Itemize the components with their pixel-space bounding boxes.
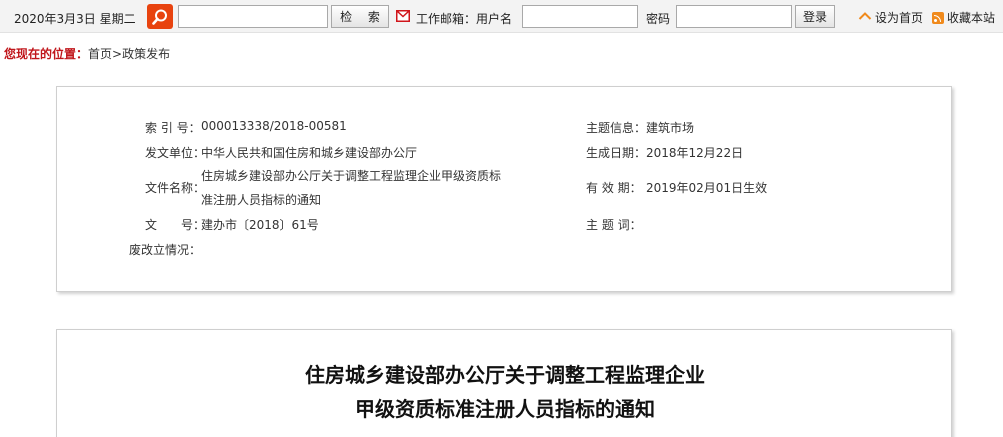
mail-icon (396, 10, 410, 22)
doc-number-label: 文 号： (145, 218, 206, 232)
search-icon[interactable] (147, 4, 173, 29)
topic-label: 主题信息： (586, 121, 647, 135)
filename-label: 文件名称： (145, 181, 206, 195)
set-homepage-link[interactable]: 设为首页 (858, 9, 923, 26)
document-info-panel: 索 引 号： 000013338/2018-00581 发文单位： 中华人民共和… (56, 86, 952, 292)
document-body-panel: 住房城乡建设部办公厅关于调整工程监理企业 甲级资质标准注册人员指标的通知 (56, 329, 952, 437)
username-input[interactable] (522, 5, 638, 28)
rss-icon (932, 11, 944, 24)
home-icon (858, 11, 872, 20)
document-title-line1: 住房城乡建设部办公厅关于调整工程监理企业 (305, 363, 705, 387)
work-mail-username-label: 工作邮箱：用户名 (416, 12, 513, 26)
search-button[interactable]: 检 索 (331, 5, 389, 28)
top-toolbar: 2020年3月3日 星期二 检 索 工作邮箱：用户名 密码 登录 设为首页 收藏… (0, 0, 1003, 33)
breadcrumb-label: 您现在的位置： (4, 47, 89, 61)
filename-line2: 准注册人员指标的通知 (201, 193, 322, 207)
index-number-value: 000013338/2018-00581 (201, 119, 347, 133)
validity-value: 2019年02月01日生效 (646, 181, 768, 195)
index-number-label: 索 引 号： (145, 121, 201, 135)
breadcrumb-path[interactable]: 首页>政策发布 (88, 47, 170, 61)
topic-value: 建筑市场 (646, 121, 695, 135)
set-homepage-label: 设为首页 (875, 11, 924, 25)
search-input[interactable] (178, 5, 328, 28)
issuer-label: 发文单位： (145, 146, 206, 160)
add-favorite-link[interactable]: 收藏本站 (932, 9, 995, 26)
revision-status-label: 废改立情况： (129, 243, 202, 257)
issuer-value: 中华人民共和国住房和城乡建设部办公厅 (201, 146, 418, 160)
current-date: 2020年3月3日 星期二 (14, 12, 136, 26)
filename-line1: 住房城乡建设部办公厅关于调整工程监理企业甲级资质标 (201, 169, 502, 183)
login-button[interactable]: 登录 (795, 5, 835, 28)
password-label: 密码 (646, 12, 671, 26)
keywords-label: 主 题 词： (586, 218, 642, 232)
validity-label: 有 效 期： (586, 181, 642, 195)
breadcrumb: 您现在的位置：首页>政策发布 (4, 45, 170, 62)
doc-number-value: 建办市〔2018〕61号 (201, 218, 319, 232)
password-input[interactable] (676, 5, 792, 28)
created-date-label: 生成日期： (586, 146, 647, 160)
document-title-line2: 甲级资质标准注册人员指标的通知 (355, 397, 655, 421)
created-date-value: 2018年12月22日 (646, 146, 744, 160)
add-favorite-label: 收藏本站 (947, 11, 996, 25)
